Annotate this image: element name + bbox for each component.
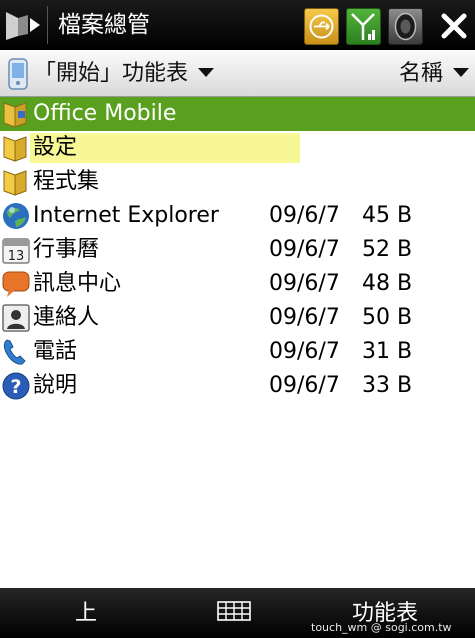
- keyboard-icon[interactable]: [217, 601, 251, 621]
- usb-icon[interactable]: [304, 8, 339, 45]
- file-date: 09/6/7: [269, 271, 340, 296]
- sort-label: 名稱: [398, 61, 443, 86]
- app-title: 檔案總管: [58, 12, 150, 38]
- list-item[interactable]: 訊息中心 09/6/7 48 B: [0, 267, 475, 301]
- file-name: 訊息中心: [33, 271, 122, 296]
- list-item[interactable]: 13 行事曆 09/6/7 52 B: [0, 233, 475, 267]
- file-date: 09/6/7: [269, 339, 340, 364]
- internet-explorer-icon: [3, 203, 29, 229]
- folder-path-label: 「開始」功能表: [34, 61, 189, 86]
- file-size: 52 B: [362, 237, 413, 262]
- file-size: 45 B: [362, 203, 413, 228]
- messaging-icon: [2, 271, 30, 297]
- sort-dropdown[interactable]: 名稱: [399, 60, 469, 88]
- help-icon: ?: [2, 372, 30, 400]
- file-name: Office Mobile: [33, 101, 177, 126]
- signal-icon[interactable]: [346, 8, 381, 45]
- volume-icon[interactable]: [388, 8, 423, 45]
- list-item[interactable]: 連絡人 09/6/7 50 B: [0, 301, 475, 335]
- list-item[interactable]: 電話 09/6/7 31 B: [0, 335, 475, 369]
- list-item[interactable]: 程式集: [0, 165, 475, 199]
- file-name: 說明: [33, 373, 78, 398]
- title-bar: 檔案總管: [0, 0, 475, 50]
- list-item[interactable]: ? 說明 09/6/7 33 B: [0, 369, 475, 403]
- file-name: 連絡人: [33, 305, 100, 330]
- windows-start-icon[interactable]: [2, 6, 44, 44]
- device-icon: [8, 58, 28, 90]
- title-separator: [47, 6, 48, 44]
- watermark: touch_wm @ sogi.com.tw: [311, 621, 452, 634]
- file-size: 31 B: [362, 339, 413, 364]
- file-date: 09/6/7: [269, 237, 340, 262]
- folder-toolbar: 「開始」功能表 名稱: [0, 50, 475, 97]
- file-date: 09/6/7: [269, 305, 340, 330]
- file-size: 50 B: [362, 305, 413, 330]
- file-name: 程式集: [33, 169, 100, 194]
- file-date: 09/6/7: [269, 373, 340, 398]
- file-name: 設定: [33, 135, 78, 160]
- chevron-down-icon: [198, 67, 215, 77]
- file-size: 33 B: [362, 373, 413, 398]
- phone-icon: [3, 339, 26, 365]
- file-name: Internet Explorer: [33, 203, 219, 228]
- svg-text:13: 13: [8, 249, 25, 264]
- svg-text:?: ?: [10, 376, 21, 398]
- file-size: 48 B: [362, 271, 413, 296]
- list-item[interactable]: 設定: [0, 131, 475, 165]
- close-icon[interactable]: [438, 10, 470, 42]
- file-date: 09/6/7: [269, 203, 340, 228]
- calendar-icon: 13: [2, 238, 30, 264]
- up-softkey[interactable]: 上: [75, 600, 97, 628]
- chevron-down-icon: [453, 67, 469, 77]
- file-name: 行事曆: [33, 237, 100, 262]
- list-item[interactable]: Office Mobile: [0, 97, 475, 131]
- file-name: 電話: [33, 339, 78, 364]
- office-folder-icon: [3, 102, 27, 128]
- folder-path-dropdown[interactable]: 「開始」功能表: [34, 60, 215, 88]
- contacts-icon: [2, 304, 30, 332]
- file-list: Office Mobile 設定 程式集 Internet Explorer 0…: [0, 97, 475, 403]
- folder-icon: [3, 136, 27, 162]
- folder-icon: [3, 170, 27, 196]
- list-item[interactable]: Internet Explorer 09/6/7 45 B: [0, 199, 475, 233]
